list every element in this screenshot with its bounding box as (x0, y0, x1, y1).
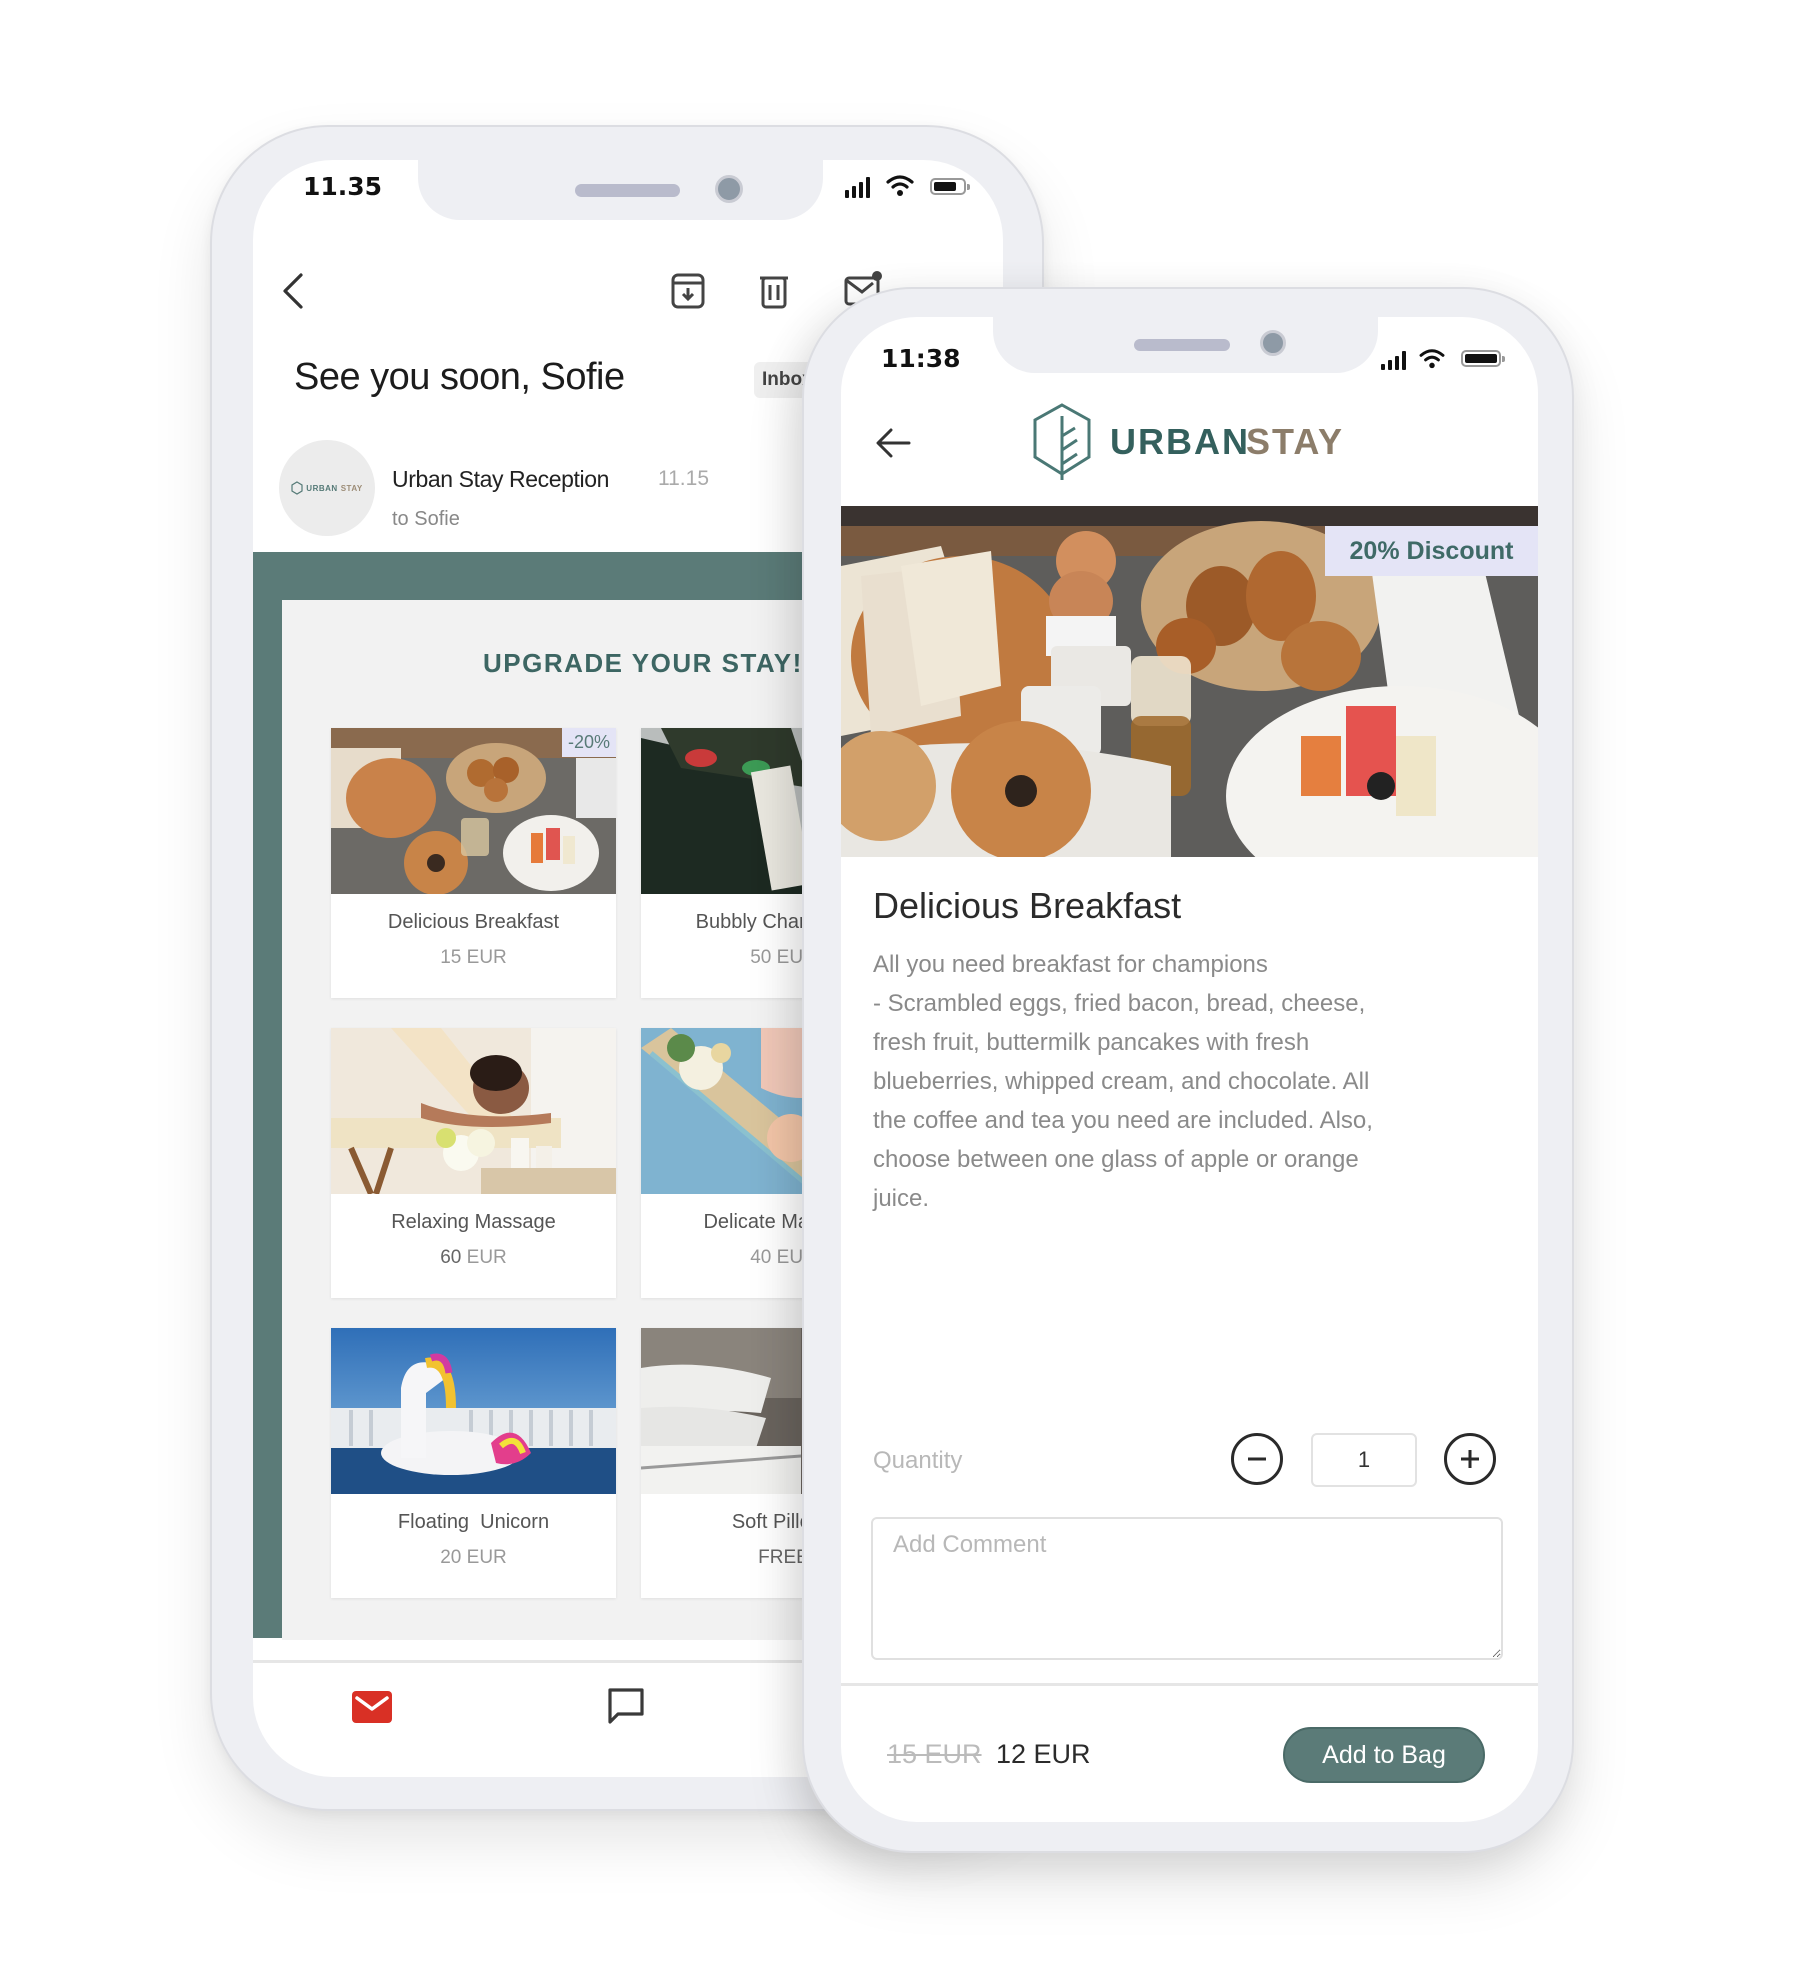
signal-icon (845, 176, 870, 198)
product-hero: 20% Discount (841, 506, 1538, 857)
offer-name: Relaxing Massage (391, 1211, 556, 1233)
offer-card-unicorn[interactable]: Floating Unicorn 20 EUR (331, 1328, 616, 1598)
wifi-icon (886, 175, 914, 196)
camera (715, 175, 743, 203)
product-screen: 11:38 URBAN STAY 20% Discount Delicious … (841, 317, 1538, 1822)
product-title: Delicious Breakfast (873, 885, 1182, 926)
sender-name[interactable]: Urban Stay Reception (392, 466, 609, 493)
offer-card-massage[interactable]: Relaxing Massage 60 EUR (331, 1028, 616, 1298)
battery-icon (1461, 350, 1505, 367)
notch (993, 317, 1378, 373)
offer-name: Floating Unicorn (397, 1511, 550, 1533)
wifi-icon (1419, 349, 1445, 369)
offer-discount-badge: -20% (561, 728, 616, 757)
email-subject: See you soon, Sofie (294, 356, 625, 398)
massage-image (331, 1028, 616, 1194)
offer-price: 20 EUR (440, 1547, 507, 1568)
newsletter-heading: UPGRADE YOUR STAY! (483, 648, 803, 678)
speaker (575, 184, 680, 197)
notch (418, 160, 823, 220)
discounted-price: 12 EUR (996, 1739, 1091, 1769)
brand-name-urban: URBAN (1110, 421, 1250, 462)
add-to-bag-button[interactable]: Add to Bag (1283, 1727, 1485, 1783)
sender-time: 11.15 (658, 467, 709, 490)
plus-icon (1461, 1450, 1479, 1468)
archive-icon[interactable] (670, 272, 706, 310)
trash-icon[interactable] (758, 272, 790, 310)
original-price: 15 EUR (887, 1739, 982, 1769)
camera (1260, 330, 1286, 356)
brand-name-stay: STAY (1246, 421, 1345, 462)
battery-icon (930, 178, 970, 195)
comment-textarea[interactable] (871, 1517, 1503, 1660)
offer-price: 60 EUR (440, 1247, 507, 1268)
unicorn-image (331, 1328, 616, 1494)
speaker (1134, 339, 1230, 351)
sender-avatar: URBAN STAY (279, 440, 375, 536)
status-time: 11.35 (303, 172, 383, 201)
quantity-label: Quantity (873, 1447, 963, 1474)
back-chevron-icon[interactable] (279, 272, 307, 310)
footer-divider (841, 1683, 1538, 1686)
decrease-quantity-button[interactable] (1231, 1433, 1283, 1485)
brand-logo-icon (1033, 403, 1091, 480)
increase-quantity-button[interactable] (1444, 1433, 1496, 1485)
signal-icon (1381, 350, 1406, 370)
chat-icon[interactable] (606, 1686, 646, 1726)
product-description: All you need breakfast for champions - S… (873, 951, 1373, 1212)
minus-icon (1248, 1457, 1266, 1461)
quantity-input[interactable] (1311, 1433, 1417, 1487)
back-arrow-icon[interactable] (875, 427, 913, 459)
offer-name: Delicious Breakfast (387, 911, 560, 933)
offer-card-breakfast[interactable]: -20% Delicious Breakfast 15 EUR (331, 728, 616, 998)
logo-leaf-icon (291, 481, 303, 495)
mail-icon[interactable] (352, 1691, 392, 1723)
recipient-line[interactable]: to Sofie (392, 508, 460, 531)
discount-badge: 20% Discount (1325, 526, 1538, 576)
offer-price: 15 EUR (440, 947, 507, 968)
status-time: 11:38 (881, 344, 961, 373)
